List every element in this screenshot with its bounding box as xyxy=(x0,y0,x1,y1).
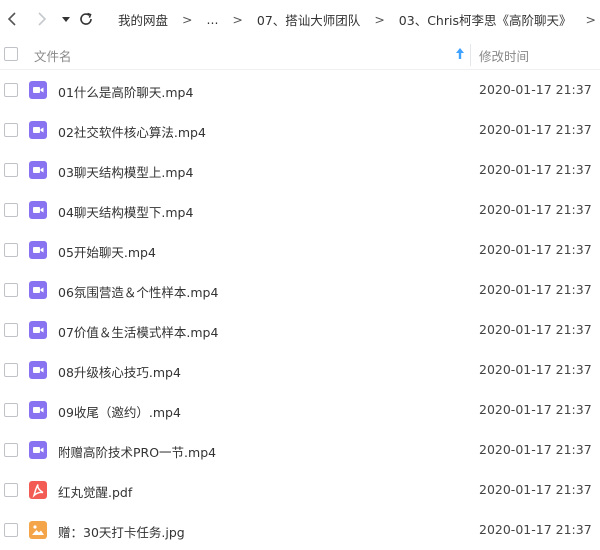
file-row[interactable]: 09收尾（邀约）.mp4 2020-01-17 21:37 xyxy=(0,390,600,430)
file-modified-time: 2020-01-17 21:37 xyxy=(479,82,592,97)
file-modified-time: 2020-01-17 21:37 xyxy=(479,122,592,137)
file-name[interactable]: 02社交软件核心算法.mp4 xyxy=(58,122,206,141)
file-modified-time: 2020-01-17 21:37 xyxy=(479,282,592,297)
file-row[interactable]: 08升级核心技巧.mp4 2020-01-17 21:37 xyxy=(0,350,600,390)
file-modified-time: 2020-01-17 21:37 xyxy=(479,402,592,417)
breadcrumb-separator[interactable]: > xyxy=(585,12,595,27)
breadcrumb-separator: > xyxy=(182,11,193,27)
file-row[interactable]: 05开始聊天.mp4 2020-01-17 21:37 xyxy=(0,230,600,270)
video-file-icon xyxy=(29,241,47,259)
image-file-icon xyxy=(29,521,47,539)
file-row[interactable]: 赠：30天打卡任务.jpg 2020-01-17 21:37 xyxy=(0,510,600,550)
file-row-checkbox[interactable] xyxy=(4,203,18,217)
file-modified-time: 2020-01-17 21:37 xyxy=(479,362,592,377)
file-row[interactable]: 06氛围营造＆个性样本.mp4 2020-01-17 21:37 xyxy=(0,270,600,310)
breadcrumb-ellipsis[interactable]: ... xyxy=(207,12,219,27)
file-row-checkbox[interactable] xyxy=(4,283,18,297)
breadcrumb-root[interactable]: 我的网盘 xyxy=(118,10,168,29)
file-list-header: 文件名 修改时间 xyxy=(0,38,600,70)
file-name[interactable]: 附赠高阶技术PRO一节.mp4 xyxy=(58,442,216,461)
breadcrumb-separator: > xyxy=(232,11,243,27)
video-file-icon xyxy=(29,201,47,219)
select-all-checkbox[interactable] xyxy=(4,47,18,61)
file-row-checkbox[interactable] xyxy=(4,443,18,457)
breadcrumb-folder-team[interactable]: 07、搭讪大师团队 xyxy=(257,10,360,29)
breadcrumb: 我的网盘 > ... > 07、搭讪大师团队 > 03、Chris柯李思《高阶聊… xyxy=(118,0,600,38)
column-divider[interactable] xyxy=(470,44,471,66)
file-row-checkbox[interactable] xyxy=(4,123,18,137)
pdf-file-icon xyxy=(29,481,47,499)
file-modified-time: 2020-01-17 21:37 xyxy=(479,522,592,537)
file-name[interactable]: 03聊天结构模型上.mp4 xyxy=(58,162,193,181)
file-row-checkbox[interactable] xyxy=(4,523,18,537)
file-name[interactable]: 赠：30天打卡任务.jpg xyxy=(58,522,185,541)
file-modified-time: 2020-01-17 21:37 xyxy=(479,242,592,257)
refresh-icon xyxy=(80,12,92,25)
file-row-checkbox[interactable] xyxy=(4,83,18,97)
history-dropdown-button[interactable] xyxy=(56,9,76,29)
file-name[interactable]: 05开始聊天.mp4 xyxy=(58,242,156,261)
file-row-checkbox[interactable] xyxy=(4,363,18,377)
file-name[interactable]: 08升级核心技巧.mp4 xyxy=(58,362,181,381)
file-row[interactable]: 04聊天结构模型下.mp4 2020-01-17 21:37 xyxy=(0,190,600,230)
file-row[interactable]: 附赠高阶技术PRO一节.mp4 2020-01-17 21:37 xyxy=(0,430,600,470)
file-row[interactable]: 07价值＆生活模式样本.mp4 2020-01-17 21:37 xyxy=(0,310,600,350)
file-row[interactable]: 03聊天结构模型上.mp4 2020-01-17 21:37 xyxy=(0,150,600,190)
breadcrumb-folder-current[interactable]: 03、Chris柯李思《高阶聊天》 xyxy=(399,10,572,29)
chevron-right-icon xyxy=(38,12,47,26)
video-file-icon xyxy=(29,81,47,99)
file-row-checkbox[interactable] xyxy=(4,243,18,257)
video-file-icon xyxy=(29,121,47,139)
column-header-modified-time[interactable]: 修改时间 xyxy=(479,46,529,65)
file-row-checkbox[interactable] xyxy=(4,163,18,177)
video-file-icon xyxy=(29,401,47,419)
file-list: 01什么是高阶聊天.mp4 2020-01-17 21:37 02社交软件核心算法.… xyxy=(0,70,600,550)
file-row-checkbox[interactable] xyxy=(4,403,18,417)
file-row[interactable]: 02社交软件核心算法.mp4 2020-01-17 21:37 xyxy=(0,110,600,150)
refresh-button[interactable] xyxy=(76,9,96,29)
file-row-checkbox[interactable] xyxy=(4,323,18,337)
back-button[interactable] xyxy=(2,9,22,29)
toolbar: 我的网盘 > ... > 07、搭讪大师团队 > 03、Chris柯李思《高阶聊… xyxy=(0,0,600,38)
file-name[interactable]: 红丸觉醒.pdf xyxy=(58,482,132,501)
forward-button[interactable] xyxy=(32,9,52,29)
file-modified-time: 2020-01-17 21:37 xyxy=(479,202,592,217)
file-modified-time: 2020-01-17 21:37 xyxy=(479,322,592,337)
file-row[interactable]: 红丸觉醒.pdf 2020-01-17 21:37 xyxy=(0,470,600,510)
column-header-name[interactable]: 文件名 xyxy=(34,46,72,65)
file-row-checkbox[interactable] xyxy=(4,483,18,497)
file-name[interactable]: 09收尾（邀约）.mp4 xyxy=(58,402,181,421)
video-file-icon xyxy=(29,441,47,459)
chevron-left-icon xyxy=(7,12,16,26)
file-modified-time: 2020-01-17 21:37 xyxy=(479,162,592,177)
breadcrumb-separator: > xyxy=(374,11,385,27)
file-name[interactable]: 04聊天结构模型下.mp4 xyxy=(58,202,193,221)
file-modified-time: 2020-01-17 21:37 xyxy=(479,442,592,457)
file-row[interactable]: 01什么是高阶聊天.mp4 2020-01-17 21:37 xyxy=(0,70,600,110)
sort-ascending-icon[interactable] xyxy=(454,46,466,62)
video-file-icon xyxy=(29,361,47,379)
file-name[interactable]: 01什么是高阶聊天.mp4 xyxy=(58,82,193,101)
file-name[interactable]: 06氛围营造＆个性样本.mp4 xyxy=(58,282,218,301)
file-modified-time: 2020-01-17 21:37 xyxy=(479,482,592,497)
caret-down-icon xyxy=(62,17,70,22)
video-file-icon xyxy=(29,161,47,179)
file-name[interactable]: 07价值＆生活模式样本.mp4 xyxy=(58,322,218,341)
video-file-icon xyxy=(29,281,47,299)
video-file-icon xyxy=(29,321,47,339)
